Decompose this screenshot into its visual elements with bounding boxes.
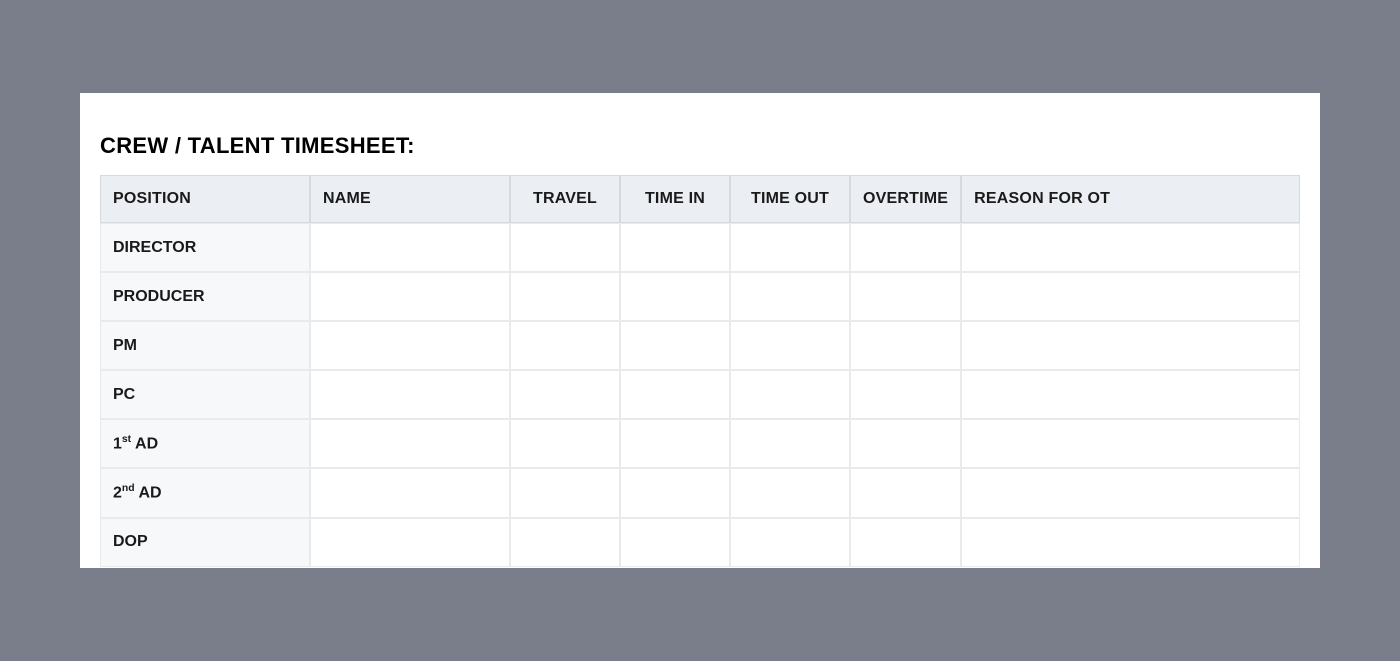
header-overtime: OVERTIME (850, 175, 961, 223)
cell-overtime (850, 321, 961, 370)
cell-time-out (730, 518, 850, 567)
cell-position: 2nd AD (100, 468, 310, 517)
cell-reason (961, 370, 1300, 419)
cell-travel (510, 370, 620, 419)
header-time-out: TIME OUT (730, 175, 850, 223)
cell-time-out (730, 419, 850, 468)
cell-travel (510, 272, 620, 321)
position-ordinal: st (122, 434, 131, 445)
cell-time-out (730, 321, 850, 370)
position-ordinal: nd (122, 483, 135, 494)
position-prefix: 1 (113, 435, 122, 452)
header-time-in: TIME IN (620, 175, 730, 223)
cell-reason (961, 321, 1300, 370)
table-row: DIRECTOR (100, 223, 1300, 272)
cell-position: 1st AD (100, 419, 310, 468)
cell-travel (510, 419, 620, 468)
header-name: NAME (310, 175, 510, 223)
table-row: 2nd AD (100, 468, 1300, 517)
cell-time-out (730, 370, 850, 419)
cell-name (310, 370, 510, 419)
position-prefix: 2 (113, 485, 122, 502)
cell-position: DIRECTOR (100, 223, 310, 272)
timesheet-table: POSITION NAME TRAVEL TIME IN TIME OUT OV… (100, 175, 1300, 567)
cell-travel (510, 518, 620, 567)
table-row: PM (100, 321, 1300, 370)
cell-travel (510, 321, 620, 370)
table-row: DOP (100, 518, 1300, 567)
position-suffix: AD (135, 485, 162, 502)
cell-name (310, 419, 510, 468)
header-position: POSITION (100, 175, 310, 223)
cell-reason (961, 518, 1300, 567)
cell-position: PRODUCER (100, 272, 310, 321)
cell-reason (961, 272, 1300, 321)
cell-time-in (620, 223, 730, 272)
cell-travel (510, 223, 620, 272)
cell-time-in (620, 321, 730, 370)
cell-overtime (850, 468, 961, 517)
cell-position: DOP (100, 518, 310, 567)
table-row: PC (100, 370, 1300, 419)
header-reason: REASON FOR OT (961, 175, 1300, 223)
cell-reason (961, 419, 1300, 468)
cell-time-out (730, 468, 850, 517)
cell-overtime (850, 518, 961, 567)
cell-overtime (850, 370, 961, 419)
cell-overtime (850, 419, 961, 468)
page-title: CREW / TALENT TIMESHEET: (100, 133, 1300, 159)
position-suffix: AD (131, 435, 158, 452)
cell-time-out (730, 272, 850, 321)
cell-time-in (620, 419, 730, 468)
cell-name (310, 321, 510, 370)
table-row: PRODUCER (100, 272, 1300, 321)
cell-position: PM (100, 321, 310, 370)
table-row: 1st AD (100, 419, 1300, 468)
cell-reason (961, 468, 1300, 517)
header-travel: TRAVEL (510, 175, 620, 223)
cell-time-out (730, 223, 850, 272)
cell-name (310, 468, 510, 517)
cell-time-in (620, 468, 730, 517)
cell-reason (961, 223, 1300, 272)
cell-name (310, 518, 510, 567)
cell-overtime (850, 223, 961, 272)
cell-travel (510, 468, 620, 517)
cell-name (310, 272, 510, 321)
table-body: DIRECTOR PRODUCER PM (100, 223, 1300, 567)
cell-name (310, 223, 510, 272)
cell-time-in (620, 518, 730, 567)
cell-position: PC (100, 370, 310, 419)
cell-overtime (850, 272, 961, 321)
table-header-row: POSITION NAME TRAVEL TIME IN TIME OUT OV… (100, 175, 1300, 223)
document-page: CREW / TALENT TIMESHEET: POSITION NAME T… (80, 93, 1320, 568)
cell-time-in (620, 370, 730, 419)
cell-time-in (620, 272, 730, 321)
